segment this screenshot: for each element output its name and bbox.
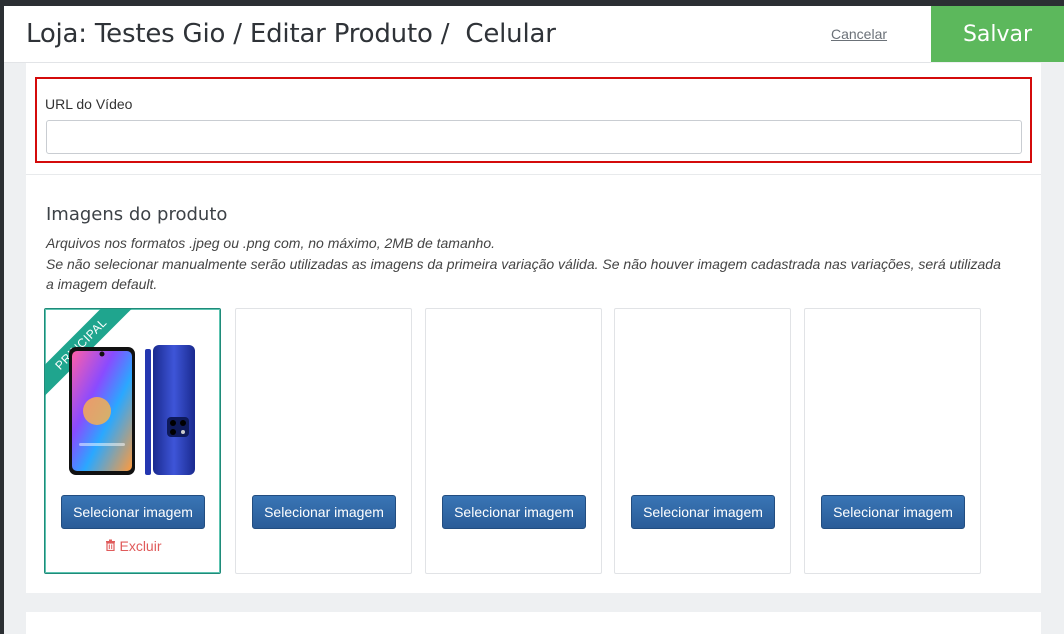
images-default-note: Se não selecionar manualmente serão util… [46,256,1001,292]
image-slot-2: Selecionar imagem [235,308,412,574]
product-image [69,345,195,475]
image-slot-1: PRINCIPAL Selecionar imagem Excluir [44,308,221,574]
save-button[interactable]: Salvar [931,6,1064,62]
left-edge [0,6,4,634]
page-title: Loja: Testes Gio / Editar Produto / Celu… [26,19,556,49]
select-image-button-3[interactable]: Selecionar imagem [442,495,586,529]
select-image-button-4[interactable]: Selecionar imagem [631,495,775,529]
video-url-input[interactable] [46,120,1022,154]
image-slot-5: Selecionar imagem [804,308,981,574]
next-section-card [26,612,1041,634]
section-divider [26,174,1041,175]
select-image-button-5[interactable]: Selecionar imagem [821,495,965,529]
images-format-note: Arquivos nos formatos .jpeg ou .png com,… [46,235,496,251]
delete-image-link[interactable]: Excluir [45,538,220,554]
image-slot-4: Selecionar imagem [614,308,791,574]
delete-label: Excluir [119,538,162,554]
select-image-button-2[interactable]: Selecionar imagem [252,495,396,529]
video-url-label: URL do Vídeo [45,96,133,112]
images-section-title: Imagens do produto [46,204,228,225]
cancel-link[interactable]: Cancelar [831,26,887,42]
trash-icon [105,538,116,554]
page-header: Loja: Testes Gio / Editar Produto / Celu… [4,6,931,63]
image-slot-3: Selecionar imagem [425,308,602,574]
select-image-button-1[interactable]: Selecionar imagem [61,495,205,529]
product-form-card: URL do Vídeo Imagens do produto Arquivos… [26,63,1041,593]
